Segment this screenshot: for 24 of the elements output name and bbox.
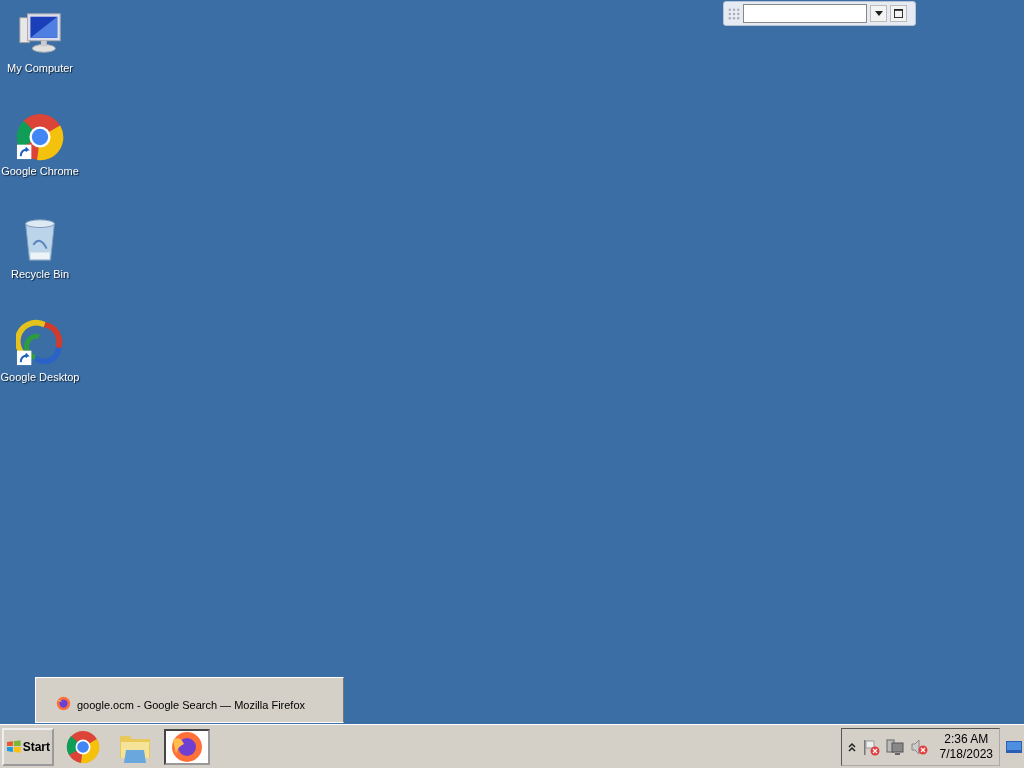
grip-icon[interactable] [728, 7, 740, 20]
chevron-up-icon[interactable] [847, 741, 856, 752]
search-field[interactable] [743, 4, 867, 23]
windows-logo-icon [6, 738, 22, 755]
speaker-muted-icon[interactable] [909, 737, 928, 756]
desktop-icon-label[interactable]: My Computer [7, 62, 73, 75]
desktop-icon-label[interactable]: Google Chrome [1, 165, 79, 178]
clock-date[interactable]: 7/18/2023 [939, 746, 993, 762]
network-icon[interactable] [885, 737, 904, 756]
chrome-icon[interactable] [16, 113, 64, 161]
firefox-icon [56, 696, 71, 711]
swirl-icon[interactable] [16, 319, 64, 367]
show-desktop-button[interactable] [1006, 740, 1022, 753]
caret-down-icon [874, 11, 883, 16]
flag-error-icon[interactable] [861, 737, 880, 756]
maximize-button[interactable] [890, 5, 907, 22]
dropdown-button[interactable] [870, 5, 887, 22]
desktop-icon-label[interactable]: Recycle Bin [10, 268, 70, 281]
window-icon [894, 9, 903, 18]
start-button[interactable]: Start [2, 727, 54, 766]
window-title: google.ocm - Google Search — Mozilla Firefox [77, 699, 306, 711]
firefox-taskbar-button[interactable] [164, 728, 210, 765]
clock-time[interactable]: 2:36 AM [944, 731, 989, 747]
desktop-icon-label[interactable]: Google Desktop [0, 371, 80, 384]
